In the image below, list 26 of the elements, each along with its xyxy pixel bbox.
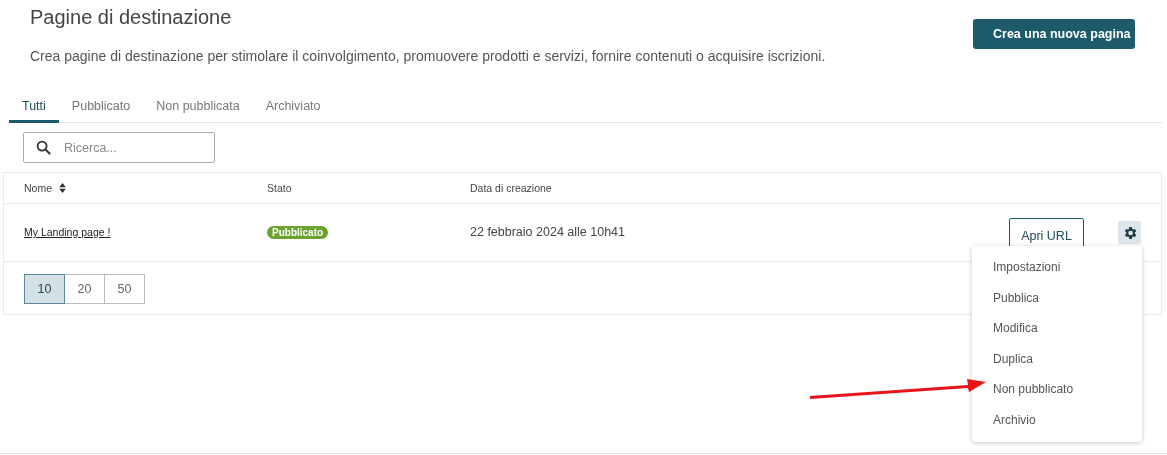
menu-item[interactable]: Pubblica bbox=[993, 290, 1040, 305]
column-header: Data di creazione bbox=[470, 182, 552, 194]
page-size-button[interactable]: 50 bbox=[104, 274, 145, 304]
column-header: Nome bbox=[24, 182, 52, 194]
menu-item[interactable]: Duplica bbox=[993, 351, 1034, 366]
tab[interactable]: Tutti bbox=[9, 99, 59, 123]
sort-icon[interactable] bbox=[59, 183, 66, 193]
page-title: Pagine di destinazione bbox=[30, 6, 233, 29]
menu-item[interactable]: Modifica bbox=[993, 321, 1038, 336]
search-icon bbox=[36, 140, 51, 155]
search-field[interactable]: Ricerca... bbox=[23, 132, 215, 163]
tab[interactable]: Non pubblicata bbox=[143, 99, 253, 123]
page-link[interactable]: My Landing page ! bbox=[24, 226, 111, 238]
tab[interactable]: Archiviato bbox=[252, 99, 334, 123]
menu-item[interactable]: Archivio bbox=[993, 412, 1036, 427]
creation-date: 22 febbraio 2024 alle 10h41 bbox=[470, 225, 625, 239]
column-header: Stato bbox=[267, 182, 292, 194]
page-description: Crea pagine di destinazione per stimolare il coinvolgimento, promuovere prodotti e servizi, fornire contenuti o acquisire iscrizioni. bbox=[30, 48, 826, 64]
tab[interactable]: Pubblicato bbox=[58, 99, 144, 123]
menu-item[interactable]: Impostazioni bbox=[993, 260, 1061, 275]
page-size-button[interactable]: 10 bbox=[24, 274, 65, 304]
settings-button[interactable] bbox=[1118, 221, 1141, 244]
page-size-button[interactable]: 20 bbox=[64, 274, 105, 304]
status-badge: Pubblicato bbox=[267, 226, 329, 239]
menu-item[interactable]: Non pubblicato bbox=[993, 382, 1074, 397]
create-page-button[interactable]: Crea una nuova pagina bbox=[973, 19, 1135, 49]
